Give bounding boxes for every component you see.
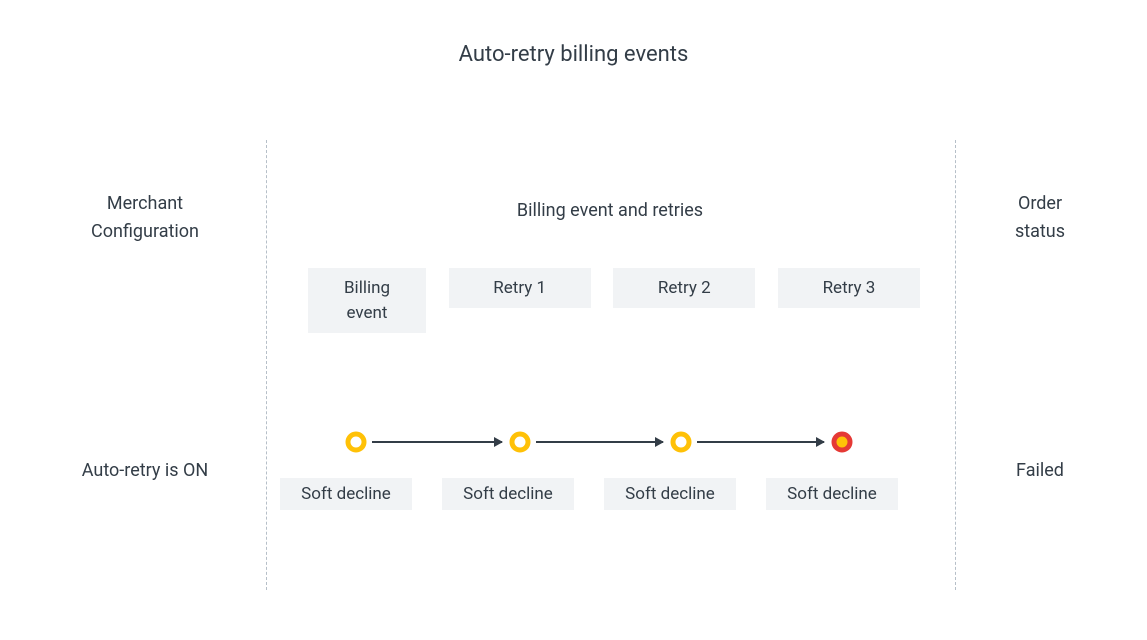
retry-header-row: Billing event Retry 1 Retry 2 Retry 3 — [308, 268, 920, 333]
arrow-1 — [372, 441, 502, 443]
column-header-billing-retries: Billing event and retries — [270, 200, 950, 221]
flow-row — [308, 430, 920, 458]
retry-box-retry3: Retry 3 — [778, 268, 920, 308]
arrow-3 — [697, 441, 824, 443]
decline-3: Soft decline — [604, 478, 736, 510]
merchant-config-line1: Merchant — [40, 190, 250, 218]
node-retry3-failed — [830, 430, 854, 454]
node-billing-event — [344, 430, 368, 454]
decline-2: Soft decline — [442, 478, 574, 510]
decline-4: Soft decline — [766, 478, 898, 510]
status-failed: Failed — [965, 460, 1115, 481]
retry-box-billing-event: Billing event — [308, 268, 426, 333]
node-retry2 — [669, 430, 693, 454]
decline-labels-row: Soft decline Soft decline Soft decline S… — [280, 478, 940, 510]
divider-right — [955, 140, 956, 590]
merchant-config-line2: Configuration — [40, 218, 250, 246]
node-retry1 — [508, 430, 532, 454]
diagram-title: Auto-retry billing events — [0, 42, 1147, 67]
order-status-line2: status — [965, 218, 1115, 246]
retry-box-1-line1: Billing — [344, 276, 390, 301]
order-status-line1: Order — [965, 190, 1115, 218]
column-header-order-status: Order status — [965, 190, 1115, 246]
retry-box-retry1: Retry 1 — [449, 268, 591, 308]
column-header-merchant-config: Merchant Configuration — [40, 190, 250, 246]
decline-1: Soft decline — [280, 478, 412, 510]
arrow-2 — [536, 441, 663, 443]
divider-left — [266, 140, 267, 590]
retry-box-retry2: Retry 2 — [613, 268, 755, 308]
config-autoretry-on: Auto-retry is ON — [40, 460, 250, 481]
retry-box-1-line2: event — [347, 301, 388, 326]
